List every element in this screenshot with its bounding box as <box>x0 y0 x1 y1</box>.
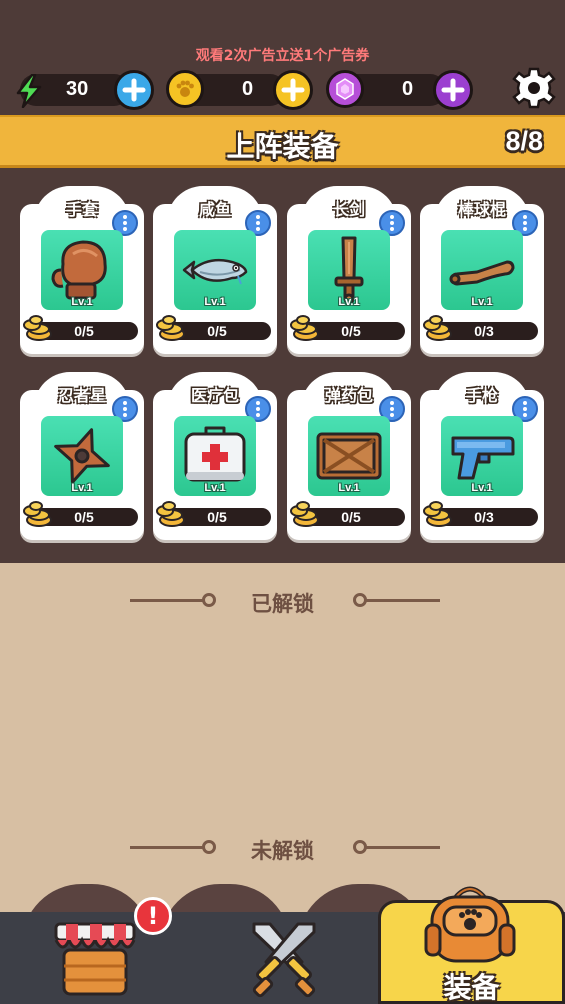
locked-label: 未解锁 <box>251 839 314 863</box>
equipment-art: Lv.1 <box>41 230 123 310</box>
plus-icon <box>441 78 465 102</box>
coin-stack-icon <box>22 500 52 528</box>
energy-value: 30 <box>66 78 89 100</box>
coin-stack-icon <box>155 500 185 528</box>
equipment-art: Lv.1 <box>308 230 390 310</box>
energy-counter: 30 <box>10 70 160 110</box>
equipped-count: 8/8 <box>505 126 543 156</box>
equipment-art: Lv.1 <box>441 230 523 310</box>
add-coin-button[interactable] <box>273 70 313 110</box>
crossed-swords-icon <box>252 922 316 998</box>
unlocked-divider: 已解锁 <box>0 585 565 616</box>
gem-icon <box>326 70 364 108</box>
shop-tab[interactable] <box>50 918 140 998</box>
equipment-level: Lv.1 <box>338 296 360 308</box>
shop-alert-badge: ! <box>134 897 172 935</box>
promo-text[interactable]: 观看2次广告立送1个广告券 <box>0 45 565 65</box>
equipment-tab-label: 装备 <box>443 971 500 1004</box>
coin-stack-icon <box>22 314 52 342</box>
coin-value: 0 <box>242 78 254 100</box>
unlocked-label: 已解锁 <box>251 592 314 616</box>
equipment-card[interactable]: 医疗包 Lv.1 0/5 <box>153 372 277 540</box>
shop-stall-icon <box>54 922 136 996</box>
plus-icon <box>281 78 305 102</box>
equipment-card[interactable]: 咸鱼 Lv.1 0/5 <box>153 186 277 354</box>
equipment-card[interactable]: 忍者星 Lv.1 0/5 <box>20 372 144 540</box>
coin-stack-icon <box>422 314 452 342</box>
currency-bar: 30 0 0 <box>10 70 500 110</box>
gear-icon <box>512 67 556 109</box>
equipment-art: Lv.1 <box>41 416 123 496</box>
equipment-level: Lv.1 <box>204 296 226 308</box>
equipment-level: Lv.1 <box>471 296 493 308</box>
coin-stack-icon <box>289 500 319 528</box>
equipment-level: Lv.1 <box>338 482 360 494</box>
locked-divider: 未解锁 <box>0 832 565 863</box>
equipment-card[interactable]: 手枪 Lv.1 0/3 <box>420 372 544 540</box>
equipment-card[interactable]: 长剑 Lv.1 0/5 <box>287 186 411 354</box>
equipment-card[interactable]: 弹药包 Lv.1 0/5 <box>287 372 411 540</box>
equipment-card[interactable]: 手套 Lv.1 0/5 <box>20 186 144 354</box>
coin-stack-icon <box>289 314 319 342</box>
coin-stack-icon <box>422 500 452 528</box>
equipment-level: Lv.1 <box>471 482 493 494</box>
battle-tab[interactable] <box>240 918 328 1000</box>
equipment-card[interactable]: 棒球棍 Lv.1 0/3 <box>420 186 544 354</box>
equipment-level: Lv.1 <box>71 482 93 494</box>
paw-coin-icon <box>166 70 204 108</box>
equipment-level: Lv.1 <box>204 482 226 494</box>
coin-counter: 0 <box>166 70 316 110</box>
settings-button[interactable] <box>512 66 556 110</box>
plus-icon <box>122 78 146 102</box>
equipment-art: Lv.1 <box>174 230 256 310</box>
banner-title: 上阵装备 <box>226 130 339 163</box>
equipment-art: Lv.1 <box>441 416 523 496</box>
equipment-art: Lv.1 <box>174 416 256 496</box>
equipment-art: Lv.1 <box>308 416 390 496</box>
gem-counter: 0 <box>326 70 476 110</box>
gem-value: 0 <box>402 78 414 100</box>
lightning-icon <box>10 72 48 110</box>
backpack-icon <box>422 883 518 969</box>
equipped-banner: 上阵装备 8/8 <box>0 115 565 168</box>
coin-stack-icon <box>155 314 185 342</box>
add-gem-button[interactable] <box>433 70 473 110</box>
equipment-level: Lv.1 <box>71 296 93 308</box>
add-energy-button[interactable] <box>114 70 154 110</box>
